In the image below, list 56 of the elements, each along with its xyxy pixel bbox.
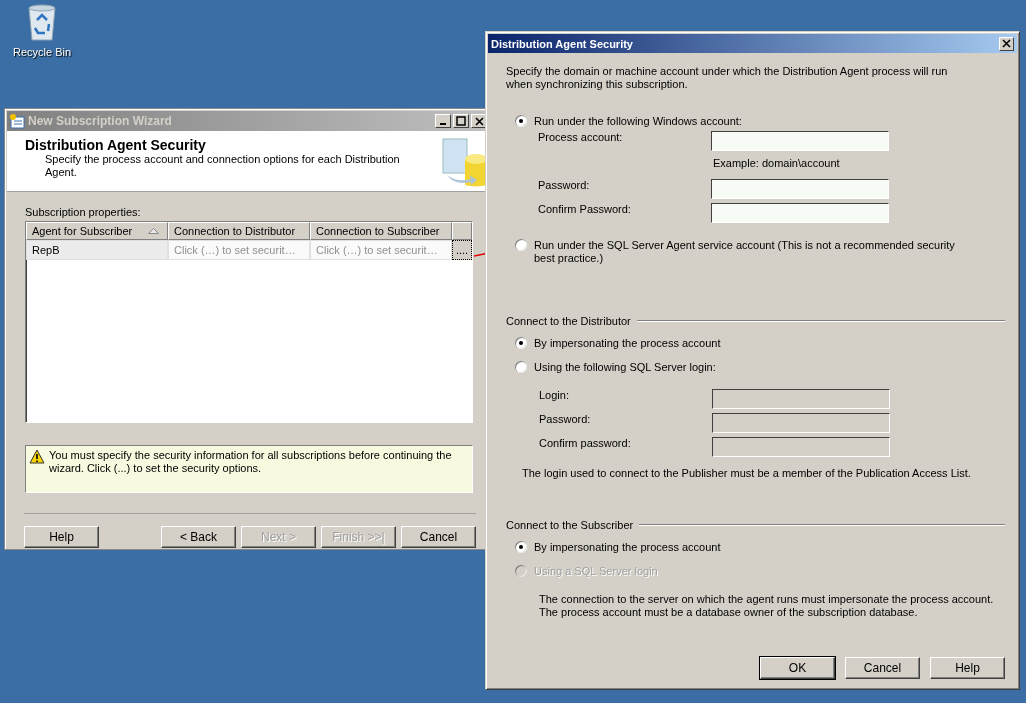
page-description: Specify the process account and connection options for each Distribution Agent. [44,153,401,179]
icon-label[interactable]: Recycle Bin [12,46,72,58]
wizard-icon [9,113,25,129]
radio-button[interactable] [515,541,527,553]
maximize-icon [456,116,466,126]
warning-message: You must specify the security information for all subscriptions before continuing the wizard. Click (...) to set the security options. [49,449,453,475]
grid-label: Subscription properties: [25,206,142,218]
table-cell: RepB [26,240,168,260]
field-label: Login: [539,389,570,401]
close-icon [474,116,484,126]
field-label: Process account: [538,131,624,143]
radio-label[interactable]: Run under the following Windows account: [534,115,742,128]
sort-icon [148,228,159,234]
radio-button[interactable] [515,337,527,349]
dialog-title: Distribution Agent Security [491,37,633,50]
radio-label[interactable]: By impersonating the process account [534,337,721,350]
radio-label[interactable]: By impersonating the process account [534,541,721,554]
note-text: The login used to connect to the Publisher must be a member of the Publication Access List. [522,467,972,479]
minimize-button[interactable] [435,114,451,128]
radio-button[interactable] [515,239,527,251]
table-cell: Click (…) to set securit… [310,240,452,260]
window-title: New Subscription Wizard [28,114,173,128]
column-header[interactable]: Agent for Subscriber [26,222,168,240]
note-text: The process account must be a database owner of the subscription database. [539,606,919,619]
wizard-button[interactable]: Help [24,526,99,548]
ellipsis-button[interactable]: .... [452,240,472,260]
radio-label[interactable]: Run under the SQL Server Agent service account (This is not a recommended security best practice.) [534,239,974,265]
wizard-button[interactable]: Cancel [401,526,476,548]
input-field[interactable] [711,131,889,151]
radio-label[interactable]: Using the following SQL Server login: [534,361,716,374]
section-title: Connect to the Distributor [506,315,631,327]
recycle-bin-icon[interactable] [25,2,59,42]
dialog-button[interactable]: OK [760,657,835,679]
radio-button[interactable] [515,361,527,373]
maximize-button[interactable] [453,114,469,128]
intro-text: Specify the domain or machine account under which the Distribution Agent process will run when synchronizing this subscription. [506,65,949,91]
close-icon [1002,39,1011,48]
input-field[interactable] [711,203,889,223]
field-label: Confirm password: [539,437,632,449]
radio-button[interactable] [515,115,527,127]
example-hint: Example: domain\account [713,157,841,169]
warning-icon [29,449,45,464]
wizard-button[interactable]: < Back [161,526,236,548]
section-title: Connect to the Subscriber [506,519,634,531]
note-text: The connection to the server on which the agent runs must impersonate the process account. [539,593,995,606]
close-button[interactable] [999,36,1014,51]
page-heading: Distribution Agent Security [25,137,207,153]
field-label: Password: [539,413,592,425]
column-header[interactable]: Connection to Subscriber [310,222,452,240]
column-header[interactable]: Connection to Distributor [168,222,310,240]
input-field[interactable] [711,179,889,199]
field-label: Password: [538,179,591,191]
table-cell: Click (…) to set securit… [168,240,310,260]
field-label: Confirm Password: [538,203,632,215]
dialog-button[interactable]: Help [930,657,1005,679]
dialog-button[interactable]: Cancel [845,657,920,679]
